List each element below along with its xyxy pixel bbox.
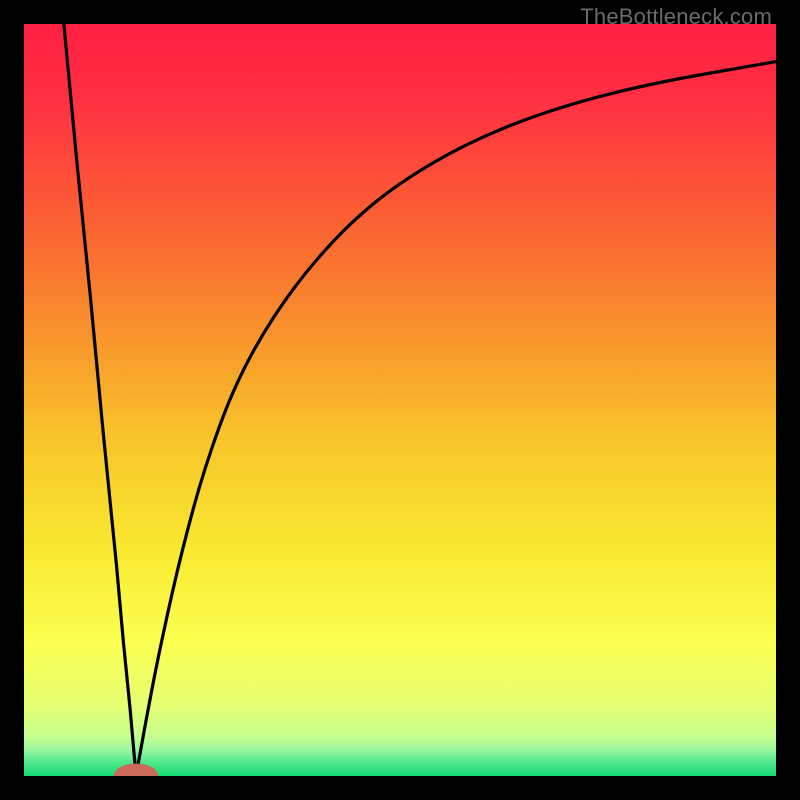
- curve-left-branch: [64, 24, 136, 776]
- curve-right-branch: [136, 62, 776, 776]
- plot-area: [24, 24, 776, 776]
- chart-frame: TheBottleneck.com: [0, 0, 800, 800]
- curve-layer: [24, 24, 776, 776]
- watermark-text: TheBottleneck.com: [580, 4, 772, 30]
- optimum-marker: [114, 764, 158, 776]
